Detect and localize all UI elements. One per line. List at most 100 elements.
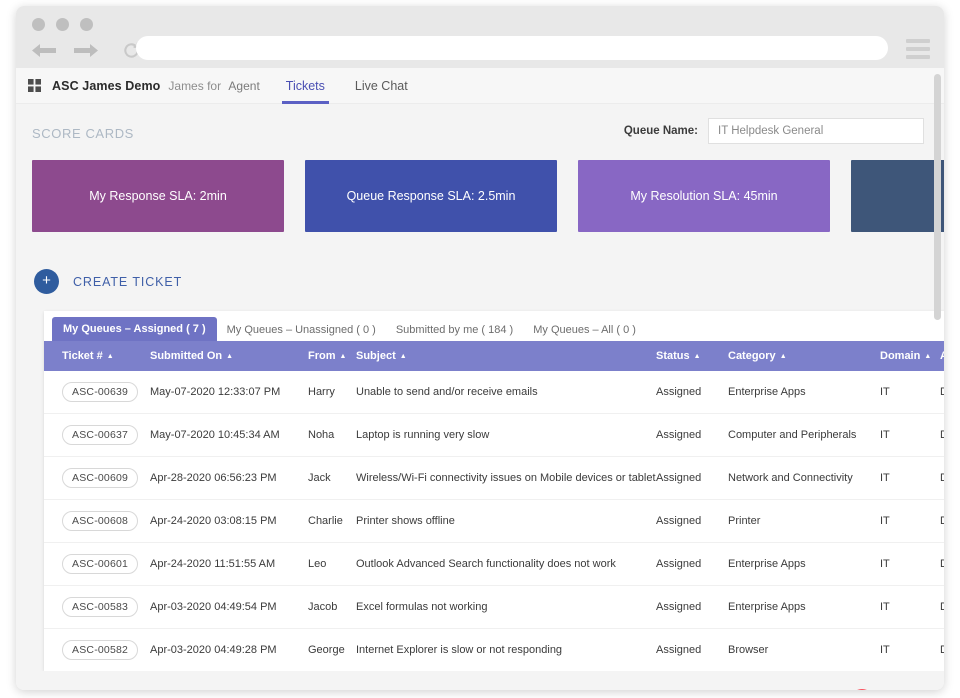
column-header-category[interactable]: Category▲ xyxy=(728,341,880,371)
cell-submitted-on: Apr-03-2020 04:49:28 PM xyxy=(150,629,308,672)
create-ticket-button[interactable]: CREATE TICKET xyxy=(73,275,182,289)
browser-window: ASC James Demo James for Agent Tickets L… xyxy=(16,6,944,690)
page-scrollbar-thumb[interactable] xyxy=(934,74,941,320)
score-card-queue-resolution-sla[interactable]: Queue Resol xyxy=(851,160,944,232)
cell-submitted-on: May-07-2020 12:33:07 PM xyxy=(150,371,308,414)
cell-category: Printer xyxy=(728,500,880,543)
cell-status: Assigned xyxy=(656,500,728,543)
column-label: Domain xyxy=(880,350,920,362)
tab-my-queues-all[interactable]: My Queues – All ( 0 ) xyxy=(523,319,646,341)
cell-from: George xyxy=(308,629,356,672)
cell-category: Enterprise Apps xyxy=(728,543,880,586)
cell-status: Assigned xyxy=(656,543,728,586)
page-viewport: ASC James Demo James for Agent Tickets L… xyxy=(16,68,944,690)
sort-asc-icon: ▲ xyxy=(924,353,931,360)
cell-submitted-on: Apr-28-2020 06:56:23 PM xyxy=(150,457,308,500)
cell-ticket: ASC-00583 xyxy=(44,586,150,629)
tab-submitted-by-me[interactable]: Submitted by me ( 184 ) xyxy=(386,319,523,341)
queue-name-field-group: Queue Name: xyxy=(624,118,924,144)
cell-domain: IT xyxy=(880,457,940,500)
table-row[interactable]: ASC-00608 Apr-24-2020 03:08:15 PM Charli… xyxy=(44,500,944,543)
cell-status: Assigned xyxy=(656,457,728,500)
url-input[interactable] xyxy=(136,36,888,60)
sort-asc-icon: ▲ xyxy=(107,353,114,360)
column-label: Subject xyxy=(356,350,396,362)
column-header-from[interactable]: From▲ xyxy=(308,341,356,371)
cell-from: Leo xyxy=(308,543,356,586)
ticket-id-chip[interactable]: ASC-00601 xyxy=(62,554,138,574)
window-maximize-dot[interactable] xyxy=(80,18,93,31)
score-card-my-response-sla[interactable]: My Response SLA: 2min xyxy=(32,160,284,232)
window-minimize-dot[interactable] xyxy=(56,18,69,31)
cell-status: Assigned xyxy=(656,586,728,629)
table-row[interactable]: ASC-00582 Apr-03-2020 04:49:28 PM George… xyxy=(44,629,944,672)
hamburger-menu-icon[interactable] xyxy=(906,39,930,63)
cell-subject: Unable to send and/or receive emails xyxy=(356,371,656,414)
sort-asc-icon: ▲ xyxy=(400,353,407,360)
cell-from: Harry xyxy=(308,371,356,414)
app-user-context: James for Agent xyxy=(168,79,259,93)
cell-ticket: ASC-00637 xyxy=(44,414,150,457)
create-ticket-row: + CREATE TICKET xyxy=(16,241,944,294)
apps-grid-icon[interactable] xyxy=(24,79,44,92)
ticket-id-chip[interactable]: ASC-00583 xyxy=(62,597,138,617)
cell-from: Jack xyxy=(308,457,356,500)
table-row[interactable]: ASC-00601 Apr-24-2020 11:51:55 AM Leo Ou… xyxy=(44,543,944,586)
column-header-submitted-on[interactable]: Submitted On▲ xyxy=(150,341,308,371)
tab-tickets[interactable]: Tickets xyxy=(282,68,329,104)
column-header-ticket[interactable]: Ticket #▲ xyxy=(44,341,150,371)
pagination-page-1[interactable]: 1 xyxy=(850,689,874,690)
score-card-my-resolution-sla[interactable]: My Resolution SLA: 45min xyxy=(578,160,830,232)
column-header-subject[interactable]: Subject ▲ xyxy=(356,341,656,371)
score-cards-row: My Response SLA: 2min Queue Response SLA… xyxy=(16,141,944,241)
column-header-domain[interactable]: Domain ▲ xyxy=(880,341,940,371)
ticket-id-chip[interactable]: ASC-00608 xyxy=(62,511,138,531)
cell-domain: IT xyxy=(880,500,940,543)
tickets-tab-bar: My Queues – Assigned ( 7 ) My Queues – U… xyxy=(44,311,944,341)
tab-my-queues-unassigned[interactable]: My Queues – Unassigned ( 0 ) xyxy=(217,319,386,341)
cell-domain: IT xyxy=(880,414,940,457)
table-row[interactable]: ASC-00637 May-07-2020 10:45:34 AM Noha L… xyxy=(44,414,944,457)
cell-from: Charlie xyxy=(308,500,356,543)
cell-domain: IT xyxy=(880,629,940,672)
tab-my-queues-assigned[interactable]: My Queues – Assigned ( 7 ) xyxy=(52,317,217,341)
cell-submitted-on: Apr-03-2020 04:49:54 PM xyxy=(150,586,308,629)
back-arrow-icon[interactable] xyxy=(30,39,60,61)
browser-chrome-bar xyxy=(16,6,944,68)
ticket-id-chip[interactable]: ASC-00639 xyxy=(62,382,138,402)
ticket-id-chip[interactable]: ASC-00609 xyxy=(62,468,138,488)
cell-category: Computer and Peripherals xyxy=(728,414,880,457)
pagination: « ‹ 1 2 3 xyxy=(16,671,944,690)
cell-category: Browser xyxy=(728,629,880,672)
cell-ticket: ASC-00608 xyxy=(44,500,150,543)
column-label: Status xyxy=(656,350,690,362)
plus-icon[interactable]: + xyxy=(34,269,59,294)
sort-asc-icon: ▲ xyxy=(226,353,233,360)
cell-from: Jacob xyxy=(308,586,356,629)
ticket-id-chip[interactable]: ASC-00582 xyxy=(62,640,138,660)
app-title: ASC James Demo xyxy=(52,79,160,93)
tickets-table: Ticket #▲ Submitted On▲ From▲ Subject ▲ S… xyxy=(44,341,944,671)
table-row[interactable]: ASC-00639 May-07-2020 12:33:07 PM Harry … xyxy=(44,371,944,414)
sort-asc-icon: ▲ xyxy=(780,353,787,360)
window-close-dot[interactable] xyxy=(32,18,45,31)
tickets-panel: My Queues – Assigned ( 7 ) My Queues – U… xyxy=(44,311,944,671)
app-top-nav: ASC James Demo James for Agent Tickets L… xyxy=(16,68,944,104)
tab-live-chat[interactable]: Live Chat xyxy=(351,68,412,104)
ticket-id-chip[interactable]: ASC-00637 xyxy=(62,425,138,445)
table-row[interactable]: ASC-00609 Apr-28-2020 06:56:23 PM Jack W… xyxy=(44,457,944,500)
score-card-queue-response-sla[interactable]: Queue Response SLA: 2.5min xyxy=(305,160,557,232)
score-card-label: Queue Response SLA: 2.5min xyxy=(347,189,516,203)
cell-submitted-on: May-07-2020 10:45:34 AM xyxy=(150,414,308,457)
queue-name-input[interactable] xyxy=(708,118,924,144)
page-scrollbar[interactable] xyxy=(934,72,941,686)
cell-category: Enterprise Apps xyxy=(728,371,880,414)
column-header-status[interactable]: Status ▲ xyxy=(656,341,728,371)
cell-subject: Excel formulas not working xyxy=(356,586,656,629)
table-row[interactable]: ASC-00583 Apr-03-2020 04:49:54 PM Jacob … xyxy=(44,586,944,629)
forward-arrow-icon[interactable] xyxy=(70,39,100,61)
cell-status: Assigned xyxy=(656,414,728,457)
cell-subject: Wireless/Wi-Fi connectivity issues on Mo… xyxy=(356,457,656,500)
cell-subject: Outlook Advanced Search functionality do… xyxy=(356,543,656,586)
sort-asc-icon: ▲ xyxy=(694,353,701,360)
